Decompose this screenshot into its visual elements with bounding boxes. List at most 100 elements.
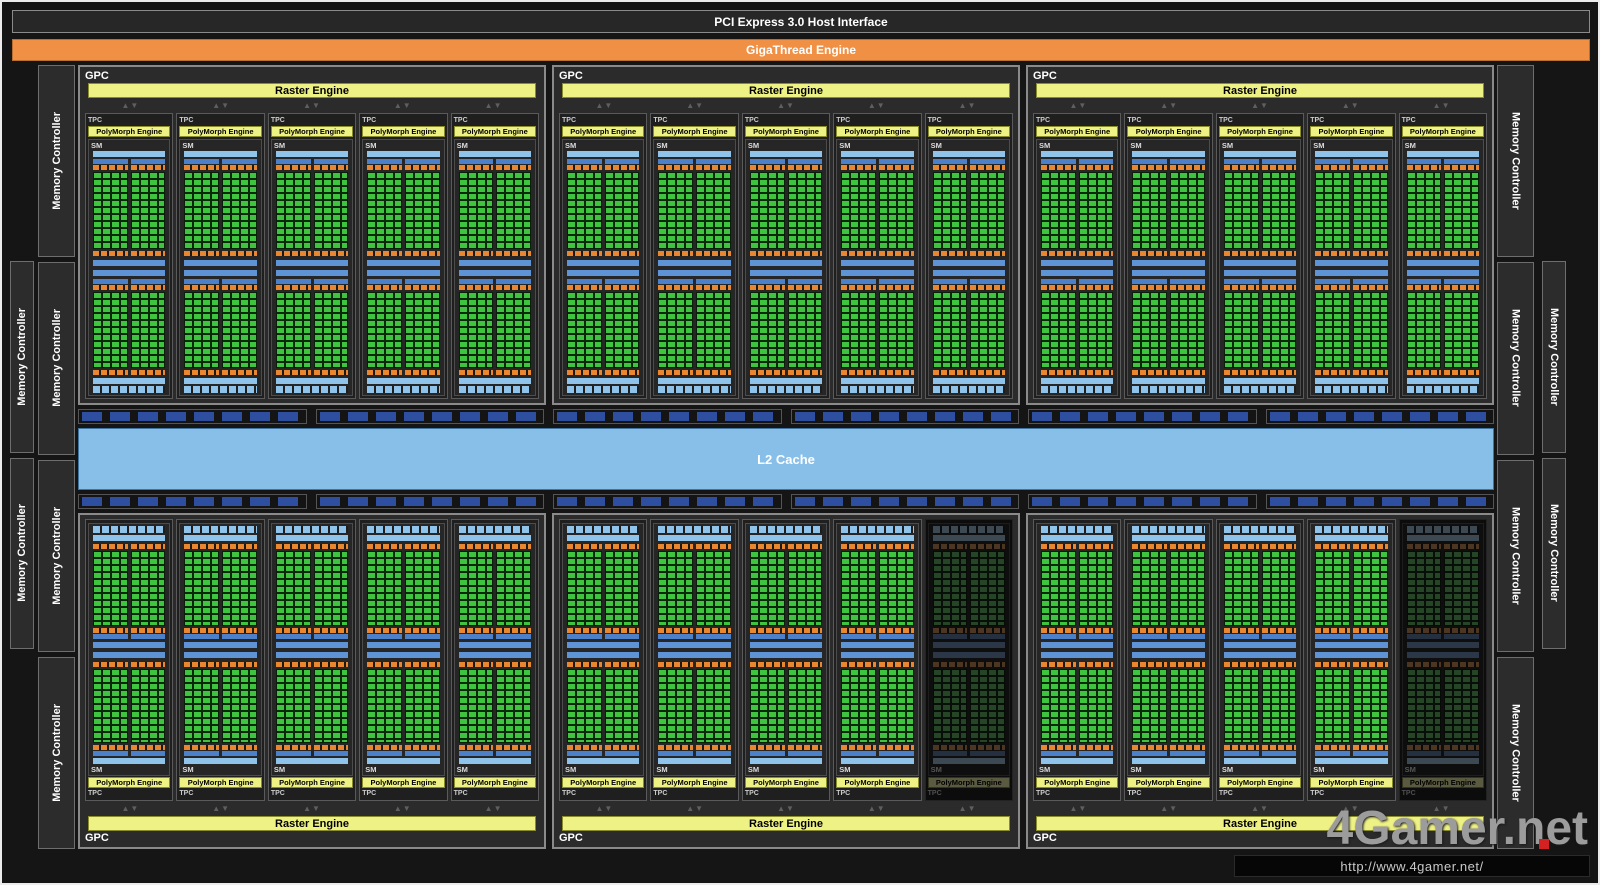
- sm-block: SM: [1036, 523, 1118, 776]
- sm-processing-blocks: [93, 279, 165, 377]
- processing-block: [1170, 279, 1205, 377]
- processing-block: [367, 159, 402, 257]
- warp-scheduler-bar: [1353, 751, 1388, 756]
- gpc-label: GPC: [559, 69, 1013, 83]
- processing-block: [184, 543, 219, 639]
- cuda-core-grid: [1079, 551, 1114, 626]
- ldst-sfu-row: [933, 544, 968, 549]
- interconnect-bar: [1315, 652, 1387, 658]
- dispatch-unit-row: [658, 285, 693, 290]
- dispatch-unit-row: [750, 165, 785, 170]
- interconnect-bar: [1407, 270, 1479, 276]
- tpc-label: TPC: [271, 116, 353, 125]
- warp-scheduler-bar: [1444, 279, 1479, 284]
- ldst-sfu-row: [1315, 662, 1350, 667]
- cuda-core-grid: [696, 292, 731, 369]
- instruction-cache-bar: [1224, 151, 1296, 157]
- cuda-core-grid: [750, 172, 785, 249]
- tpc: TPCPolyMorph EngineSM: [833, 519, 921, 801]
- sm-processing-blocks: [1224, 661, 1296, 757]
- warp-scheduler-bar: [750, 279, 785, 284]
- raster-tpc-arrow-row: ▲▼▲▼▲▼▲▼▲▼: [559, 99, 1013, 112]
- crossbar-segments: [82, 497, 303, 506]
- sm-label: SM: [1405, 141, 1481, 150]
- processing-block: [1407, 279, 1442, 377]
- processing-block: [605, 159, 640, 257]
- cuda-core-grid: [405, 551, 440, 626]
- ldst-sfu-row: [367, 544, 402, 549]
- rop-crossbar-strip: [553, 409, 782, 424]
- shared-memory-bar: [933, 535, 1005, 541]
- instruction-cache-bar: [1132, 758, 1204, 764]
- cuda-core-grid: [131, 172, 166, 249]
- processing-block: [222, 661, 257, 757]
- warp-scheduler-bar: [1170, 634, 1205, 639]
- warp-scheduler-bar: [750, 159, 785, 164]
- dispatch-unit-row: [841, 628, 876, 633]
- dispatch-unit-row: [970, 285, 1005, 290]
- polymorph-engine-bar: PolyMorph Engine: [179, 126, 261, 137]
- ldst-sfu-row: [222, 251, 257, 256]
- tpc-row: TPCPolyMorph EngineSMTPCPolyMorph Engine…: [1033, 519, 1487, 801]
- interconnect-bar: [459, 642, 531, 648]
- dispatch-unit-row: [1170, 165, 1205, 170]
- ldst-sfu-row: [605, 370, 640, 375]
- ldst-sfu-row: [1132, 662, 1167, 667]
- processing-block: [970, 159, 1005, 257]
- cuda-core-grid: [933, 669, 968, 744]
- ldst-sfu-row: [567, 662, 602, 667]
- dispatch-unit-row: [1315, 628, 1350, 633]
- instruction-cache-bar: [184, 758, 256, 764]
- warp-scheduler-bar: [1079, 279, 1114, 284]
- tpc: TPCPolyMorph EngineSM: [451, 519, 539, 801]
- warp-scheduler-bar: [788, 279, 823, 284]
- warp-scheduler-bar: [1407, 159, 1442, 164]
- sm-label: SM: [839, 141, 915, 150]
- memory-controller-label: Memory Controller: [1510, 309, 1522, 407]
- raster-engine-bar: Raster Engine: [88, 816, 536, 831]
- gpc-top-1: GPCRaster Engine▲▼▲▼▲▼▲▼▲▼TPCPolyMorph E…: [78, 65, 546, 405]
- dispatch-unit-row: [1353, 165, 1388, 170]
- dispatch-unit-row: [131, 165, 166, 170]
- shared-memory-bar: [1224, 378, 1296, 384]
- updown-arrows-icon: ▲▼: [448, 99, 539, 112]
- dispatch-unit-row: [1224, 165, 1259, 170]
- ldst-sfu-row: [222, 662, 257, 667]
- processing-block: [276, 279, 311, 377]
- ldst-sfu-row: [841, 370, 876, 375]
- processing-block: [1353, 543, 1388, 639]
- gpc-label: GPC: [85, 831, 539, 845]
- texture-unit-row: [459, 386, 531, 393]
- cuda-core-grid: [1262, 551, 1297, 626]
- processing-block: [1041, 279, 1076, 377]
- warp-scheduler-bar: [222, 634, 257, 639]
- dispatch-unit-row: [184, 628, 219, 633]
- instruction-cache-bar: [1224, 758, 1296, 764]
- dispatch-unit-row: [696, 628, 731, 633]
- sm-label: SM: [1039, 765, 1115, 774]
- sm-block: SM: [454, 139, 536, 396]
- gpc-row-bottom: GPCRaster Engine▲▼▲▼▲▼▲▼▲▼TPCPolyMorph E…: [78, 513, 1494, 849]
- polymorph-engine-bar: PolyMorph Engine: [1402, 777, 1484, 788]
- gpc-top-3: GPCRaster Engine▲▼▲▼▲▼▲▼▲▼TPCPolyMorph E…: [1026, 65, 1494, 405]
- ldst-sfu-row: [933, 662, 968, 667]
- warp-scheduler-bar: [750, 634, 785, 639]
- processing-block: [1262, 543, 1297, 639]
- raster-tpc-arrow-row: ▲▼▲▼▲▼▲▼▲▼: [85, 99, 539, 112]
- polymorph-engine-bar: PolyMorph Engine: [362, 777, 444, 788]
- sm-block: SM: [1036, 139, 1118, 396]
- crossbar-strip-row-bottom: [78, 494, 1494, 509]
- tpc-label: TPC: [653, 789, 735, 798]
- sm-processing-blocks: [1315, 279, 1387, 377]
- interconnect-bar: [184, 652, 256, 658]
- dispatch-unit-row: [788, 745, 823, 750]
- processing-block: [1132, 543, 1167, 639]
- polymorph-engine-bar: PolyMorph Engine: [745, 777, 827, 788]
- processing-block: [314, 661, 349, 757]
- interconnect-bar: [841, 652, 913, 658]
- sm-label: SM: [931, 765, 1007, 774]
- dispatch-unit-row: [658, 745, 693, 750]
- warp-scheduler-bar: [1132, 751, 1167, 756]
- processing-block: [184, 159, 219, 257]
- warp-scheduler-bar: [405, 634, 440, 639]
